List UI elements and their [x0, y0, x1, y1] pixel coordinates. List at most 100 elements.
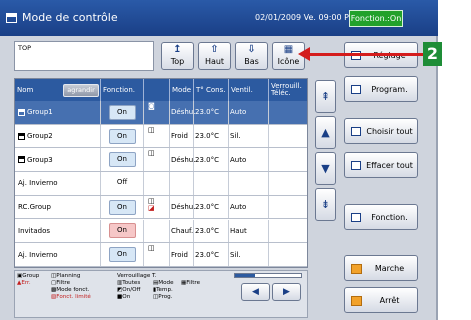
bas-button[interactable]: ⇩ Bas [235, 42, 268, 70]
row-name: Invitados [18, 226, 50, 235]
row-mode: Froid [170, 243, 194, 266]
row-onoff-button[interactable]: On [108, 104, 136, 120]
row-ventil: Auto [229, 195, 269, 219]
window-title: Mode de contrôle [22, 11, 118, 24]
arrow-up-bar-icon: ↥ [173, 44, 182, 55]
up-arrow-icon: ▲ [321, 126, 330, 139]
scroll-top-button[interactable]: ⇞ [315, 80, 336, 113]
row-onoff-button[interactable]: On [108, 199, 136, 215]
power-on-icon [351, 264, 362, 274]
row-onoff-button[interactable]: On [108, 152, 136, 168]
row-ventil: Auto [229, 148, 269, 172]
control-panel-window: Mode de contrôle 02/01/2009 Ve. 09:00 PM… [0, 0, 438, 320]
row-verrou [269, 220, 307, 243]
row-temp: 23.0°C [194, 124, 229, 148]
program-button[interactable]: Program. [344, 76, 418, 102]
function-icon [351, 213, 361, 222]
row-ventil: Sil. [229, 124, 269, 148]
planning-icon: ◫ [148, 149, 155, 158]
row-onoff-button[interactable]: On [108, 128, 136, 144]
clear-all-icon [351, 161, 361, 170]
vertical-scroll-controls: ⇞ ▲ ▼ ⇟ [312, 78, 339, 268]
row-verrou [269, 243, 307, 266]
down-arrow-icon: ▼ [321, 162, 330, 175]
horizontal-scrollbar[interactable] [234, 273, 302, 278]
row-ventil: Auto [229, 101, 269, 124]
row-verrou [269, 196, 307, 219]
marche-button[interactable]: Marche [344, 255, 418, 281]
scroll-left-button[interactable]: ◀ [241, 283, 270, 301]
top-button[interactable]: ↥ Top [161, 42, 194, 70]
callout-arrow-head [298, 47, 310, 61]
horizontal-scroll-thumb[interactable] [235, 274, 255, 277]
table-row[interactable]: RC.Group On ◫ ◪ Déshu. 23.0°C Auto [15, 195, 307, 220]
fonction-button[interactable]: Fonction. [344, 204, 418, 230]
table-row[interactable]: Invitados On Chauf. 23.0°C Haut [15, 219, 307, 244]
title-bar: Mode de contrôle 02/01/2009 Ve. 09:00 PM… [0, 0, 438, 36]
callout-arrow-line [306, 53, 426, 56]
row-onoff-button[interactable]: Off [109, 176, 136, 191]
row-ventil: Sil. [229, 243, 269, 266]
row-mode: Chauf. [170, 219, 194, 243]
arrow-up-icon: ⇧ [210, 44, 219, 55]
path-field[interactable]: TOP [14, 41, 154, 71]
scroll-right-button[interactable]: ▶ [272, 283, 301, 301]
header-verrou: Verrouill. Téléc. [271, 82, 302, 97]
row-temp: 23.0°C [194, 219, 229, 243]
row-name: RC.Group [18, 203, 51, 212]
table-row[interactable]: Group2 On ◫ Froid 23.0°C Sil. [15, 124, 307, 149]
row-name: Aj. Invierno [18, 250, 58, 259]
row-temp: 23.0°C [194, 148, 229, 172]
row-mode: Déshu. [170, 195, 195, 219]
callout-number-badge: 2 [423, 42, 442, 66]
program-icon [351, 85, 361, 94]
arrow-down-icon: ⇩ [247, 44, 256, 55]
table-row[interactable]: Aj. Invierno On ◫ Froid 23.0°C Sil. [15, 243, 307, 267]
right-arrow-icon: ▶ [283, 287, 290, 297]
group-icon [18, 132, 25, 140]
scroll-down-button[interactable]: ▼ [315, 152, 336, 185]
arret-button[interactable]: Arrêt [344, 287, 418, 313]
row-name: Group1 [27, 108, 53, 117]
row-onoff-button[interactable]: On [108, 223, 136, 239]
schedule-icon: ◙ [148, 102, 155, 110]
row-onoff-button[interactable]: On [108, 247, 136, 263]
scroll-up-button[interactable]: ▲ [315, 116, 336, 149]
choisir-tout-button[interactable]: Choisir tout [344, 118, 418, 144]
planning-icon: ◫ [148, 244, 155, 253]
row-verrou [269, 125, 307, 148]
row-name: Group3 [27, 155, 53, 164]
table-row[interactable]: Group3 On ◫ Déshu. 23.0°C Auto [15, 148, 307, 173]
table-row[interactable]: Aj. Invierno Off [15, 172, 307, 196]
header-icon-col [144, 79, 170, 101]
table-header: Nom agrandir Fonction. Mode T° Cons. Ven… [15, 79, 307, 101]
header-temp: T° Cons. [194, 79, 229, 101]
agrandir-button[interactable]: agrandir [63, 84, 99, 97]
double-down-arrow-icon: ⇟ [320, 198, 331, 211]
group-table: Nom agrandir Fonction. Mode T° Cons. Ven… [14, 78, 308, 268]
row-mode: Froid [170, 124, 194, 148]
group-icon [18, 108, 25, 116]
row-mode: Déshu. [170, 101, 195, 124]
row-name: Group2 [27, 132, 53, 141]
planning-icon: ◫ [148, 125, 155, 134]
row-ventil [229, 172, 269, 195]
haut-button[interactable]: ⇧ Haut [198, 42, 231, 70]
row-mode [170, 172, 194, 195]
row-temp: 23.0°C [194, 243, 229, 266]
datetime-display: 02/01/2009 Ve. 09:00 PM [255, 13, 356, 22]
scroll-bottom-button[interactable]: ⇟ [315, 188, 336, 221]
row-verrou [269, 148, 307, 171]
window-icon [6, 13, 17, 23]
header-mode: Mode [170, 79, 194, 101]
row-name: Aj. Invierno [18, 179, 58, 188]
row-ventil: Haut [229, 219, 269, 243]
table-row[interactable]: Group1 On ◙ Déshu. 23.0°C Auto [15, 101, 307, 125]
double-up-arrow-icon: ⇞ [320, 90, 331, 103]
effacer-tout-button[interactable]: Effacer tout [344, 152, 418, 178]
header-ventil: Ventil. [229, 79, 269, 101]
fonction-on-button[interactable]: Fonction.:On [349, 10, 403, 27]
row-temp: 23.0°C [194, 195, 229, 219]
row-temp [194, 172, 229, 195]
header-fonction: Fonction. [101, 79, 144, 101]
